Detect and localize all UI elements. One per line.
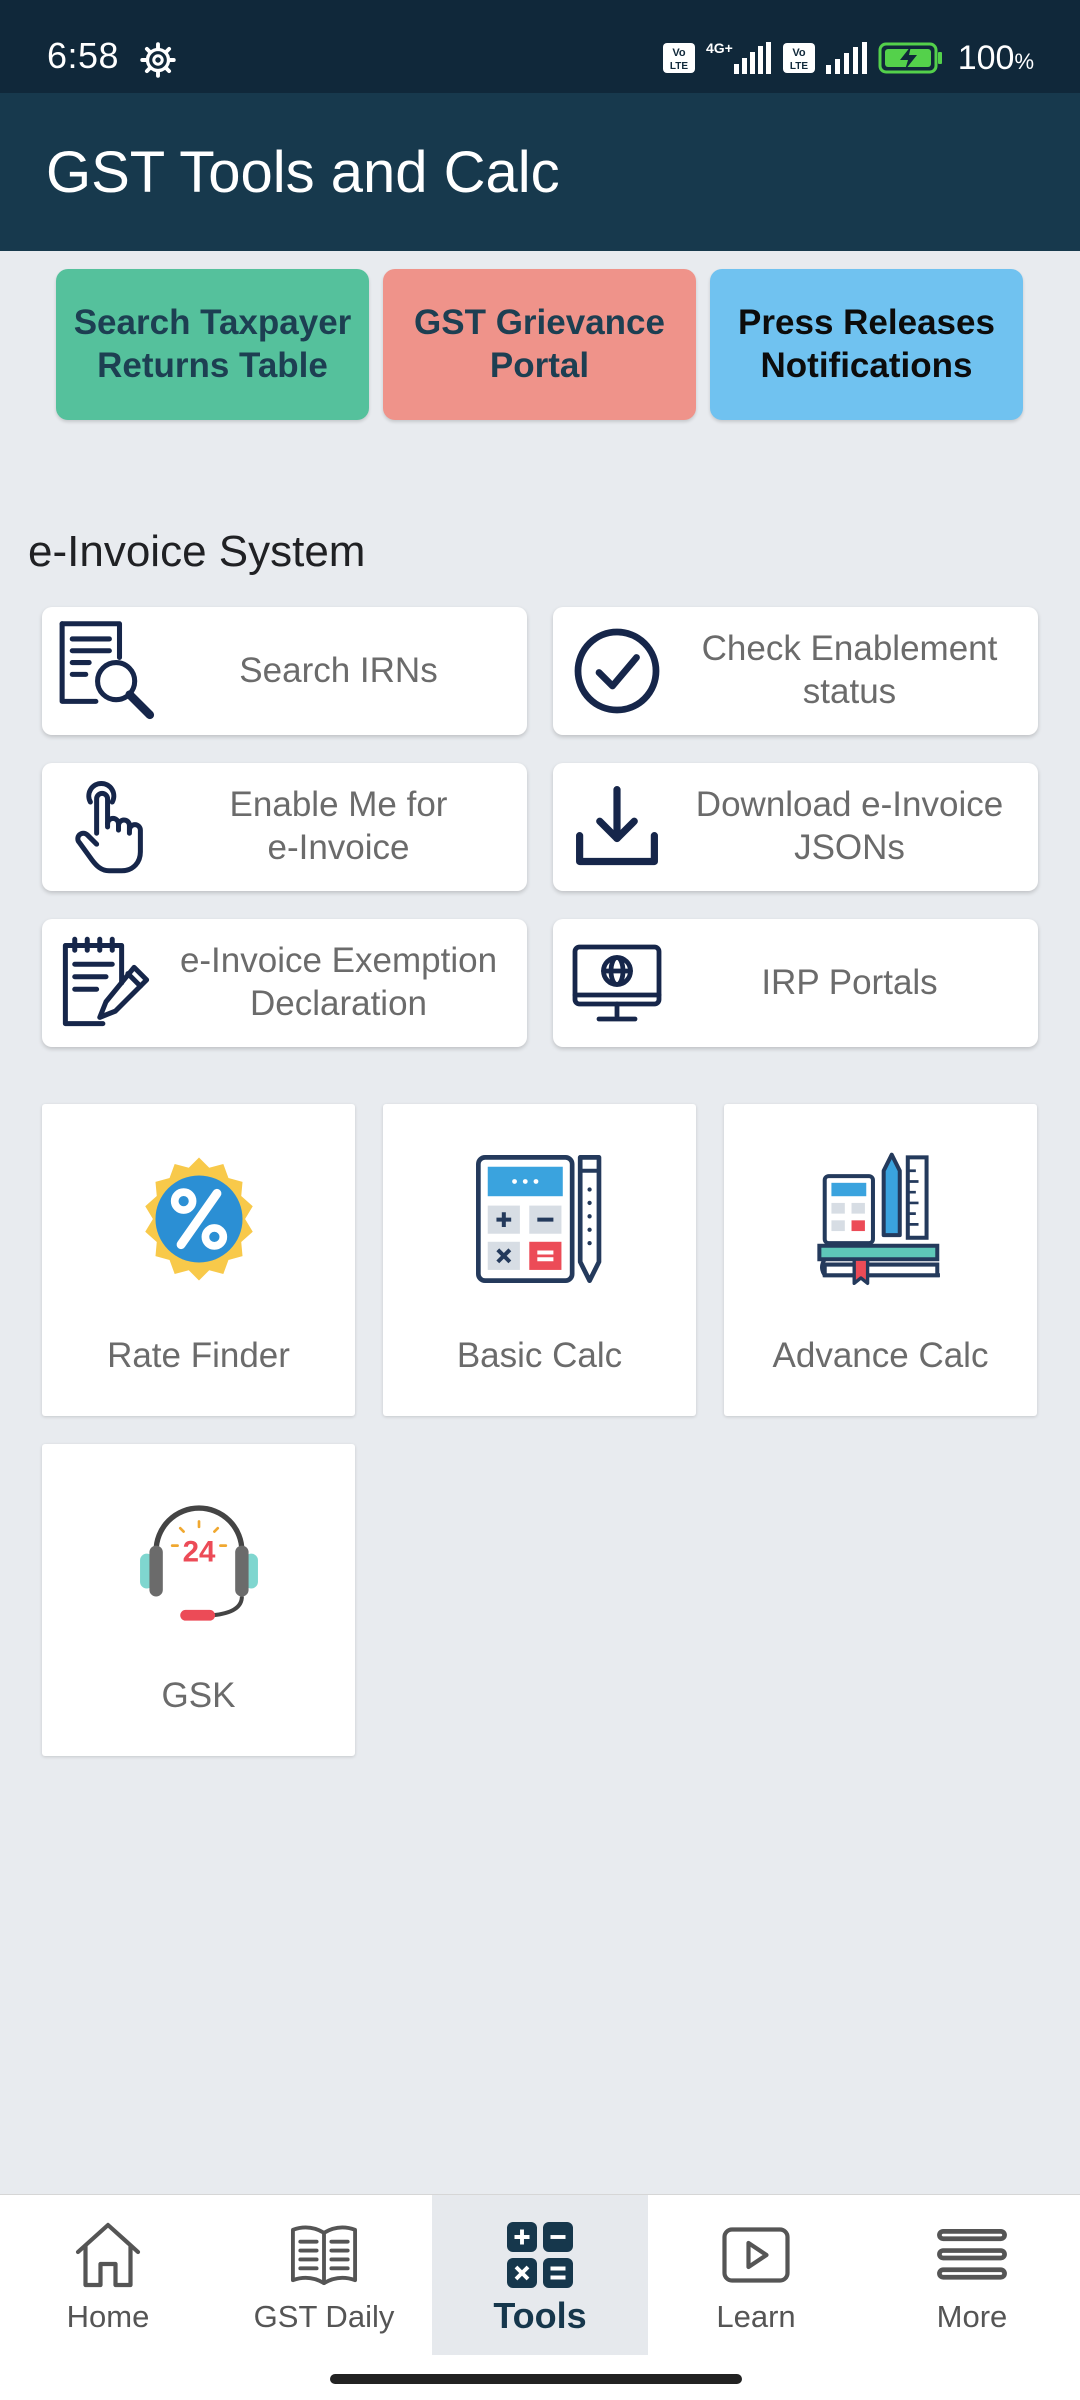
download-icon: [576, 786, 658, 866]
volte-icon-2: Vo LTE: [782, 43, 815, 73]
nav-gst-daily[interactable]: GST Daily: [216, 2195, 432, 2355]
signal-icon: [825, 42, 867, 74]
gsk-badge-text: 24: [182, 1536, 215, 1569]
monitor-globe-icon: [572, 944, 662, 1022]
book-icon: [290, 2225, 358, 2286]
bottom-navigation: Home GST Daily Tools Learn More: [0, 2194, 1080, 2400]
nav-home[interactable]: Home: [0, 2195, 216, 2355]
basic-calc-tile[interactable]: Basic Calc: [383, 1104, 696, 1416]
search-irns-card[interactable]: Search IRNs: [42, 607, 527, 735]
home-icon: [75, 2222, 141, 2288]
home-indicator[interactable]: [330, 2374, 742, 2384]
check-enablement-card[interactable]: Check Enablement status: [553, 607, 1038, 735]
press-releases-button[interactable]: Press Releases Notifications: [710, 269, 1023, 420]
hand-pointer-icon: [75, 780, 143, 874]
einvoice-section-title: e-Invoice System: [28, 527, 366, 576]
menu-icon: [937, 2228, 1007, 2280]
svg-text:LTE: LTE: [790, 61, 808, 72]
rate-finder-tile[interactable]: Rate Finder: [42, 1104, 355, 1416]
basic-calc-label: Basic Calc: [456, 1336, 623, 1375]
settings-gear-icon: [140, 42, 176, 78]
check-circle-icon: [574, 628, 660, 714]
status-bar: 6:58 Vo LTE 4G+ Vo LTE 100%: [0, 0, 1080, 93]
app-title: GST Tools and Calc: [46, 140, 560, 205]
calculator-books-icon: [816, 1152, 940, 1285]
enable-me-card[interactable]: Enable Me for e-Invoice: [42, 763, 527, 891]
percent-badge-icon: [144, 1157, 253, 1281]
app-bar: GST Tools and Calc: [0, 93, 1080, 251]
calculator-icon: [475, 1155, 601, 1283]
gsk-tile[interactable]: 24 GSK: [42, 1444, 355, 1756]
tools-calculator-icon: [507, 2222, 573, 2288]
advance-calc-label: Advance Calc: [772, 1336, 989, 1375]
notepad-edit-icon: [62, 936, 150, 1027]
search-document-icon: [59, 621, 155, 720]
advance-calc-tile[interactable]: Advance Calc: [724, 1104, 1037, 1416]
nav-tools[interactable]: Tools: [432, 2195, 648, 2355]
svg-text:4G+: 4G+: [706, 40, 733, 56]
gst-grievance-portal-button[interactable]: GST Grievance Portal: [383, 269, 696, 420]
rate-finder-label: Rate Finder: [107, 1336, 290, 1375]
search-taxpayer-returns-button[interactable]: Search Taxpayer Returns Table: [56, 269, 369, 420]
battery-charging-icon: [878, 42, 942, 74]
svg-text:LTE: LTE: [670, 61, 688, 72]
volte-icon: Vo LTE: [662, 43, 695, 73]
irp-portals-card[interactable]: IRP Portals: [553, 919, 1038, 1047]
status-icons: Vo LTE 4G+ Vo LTE 100%: [662, 38, 1034, 78]
nav-learn[interactable]: Learn: [648, 2195, 864, 2355]
headset-24-icon: 24: [139, 1505, 258, 1621]
svg-text:Vo: Vo: [672, 47, 686, 59]
battery-percent: 100%: [957, 39, 1034, 77]
download-json-card[interactable]: Download e-Invoice JSONs: [553, 763, 1038, 891]
play-icon: [722, 2227, 790, 2283]
nav-more[interactable]: More: [864, 2195, 1080, 2355]
status-time: 6:58: [47, 35, 120, 76]
signal-4g-icon: 4G+: [706, 40, 771, 74]
svg-text:Vo: Vo: [792, 47, 806, 59]
gsk-label: GSK: [161, 1676, 236, 1715]
exemption-declaration-card[interactable]: e-Invoice Exemption Declaration: [42, 919, 527, 1047]
